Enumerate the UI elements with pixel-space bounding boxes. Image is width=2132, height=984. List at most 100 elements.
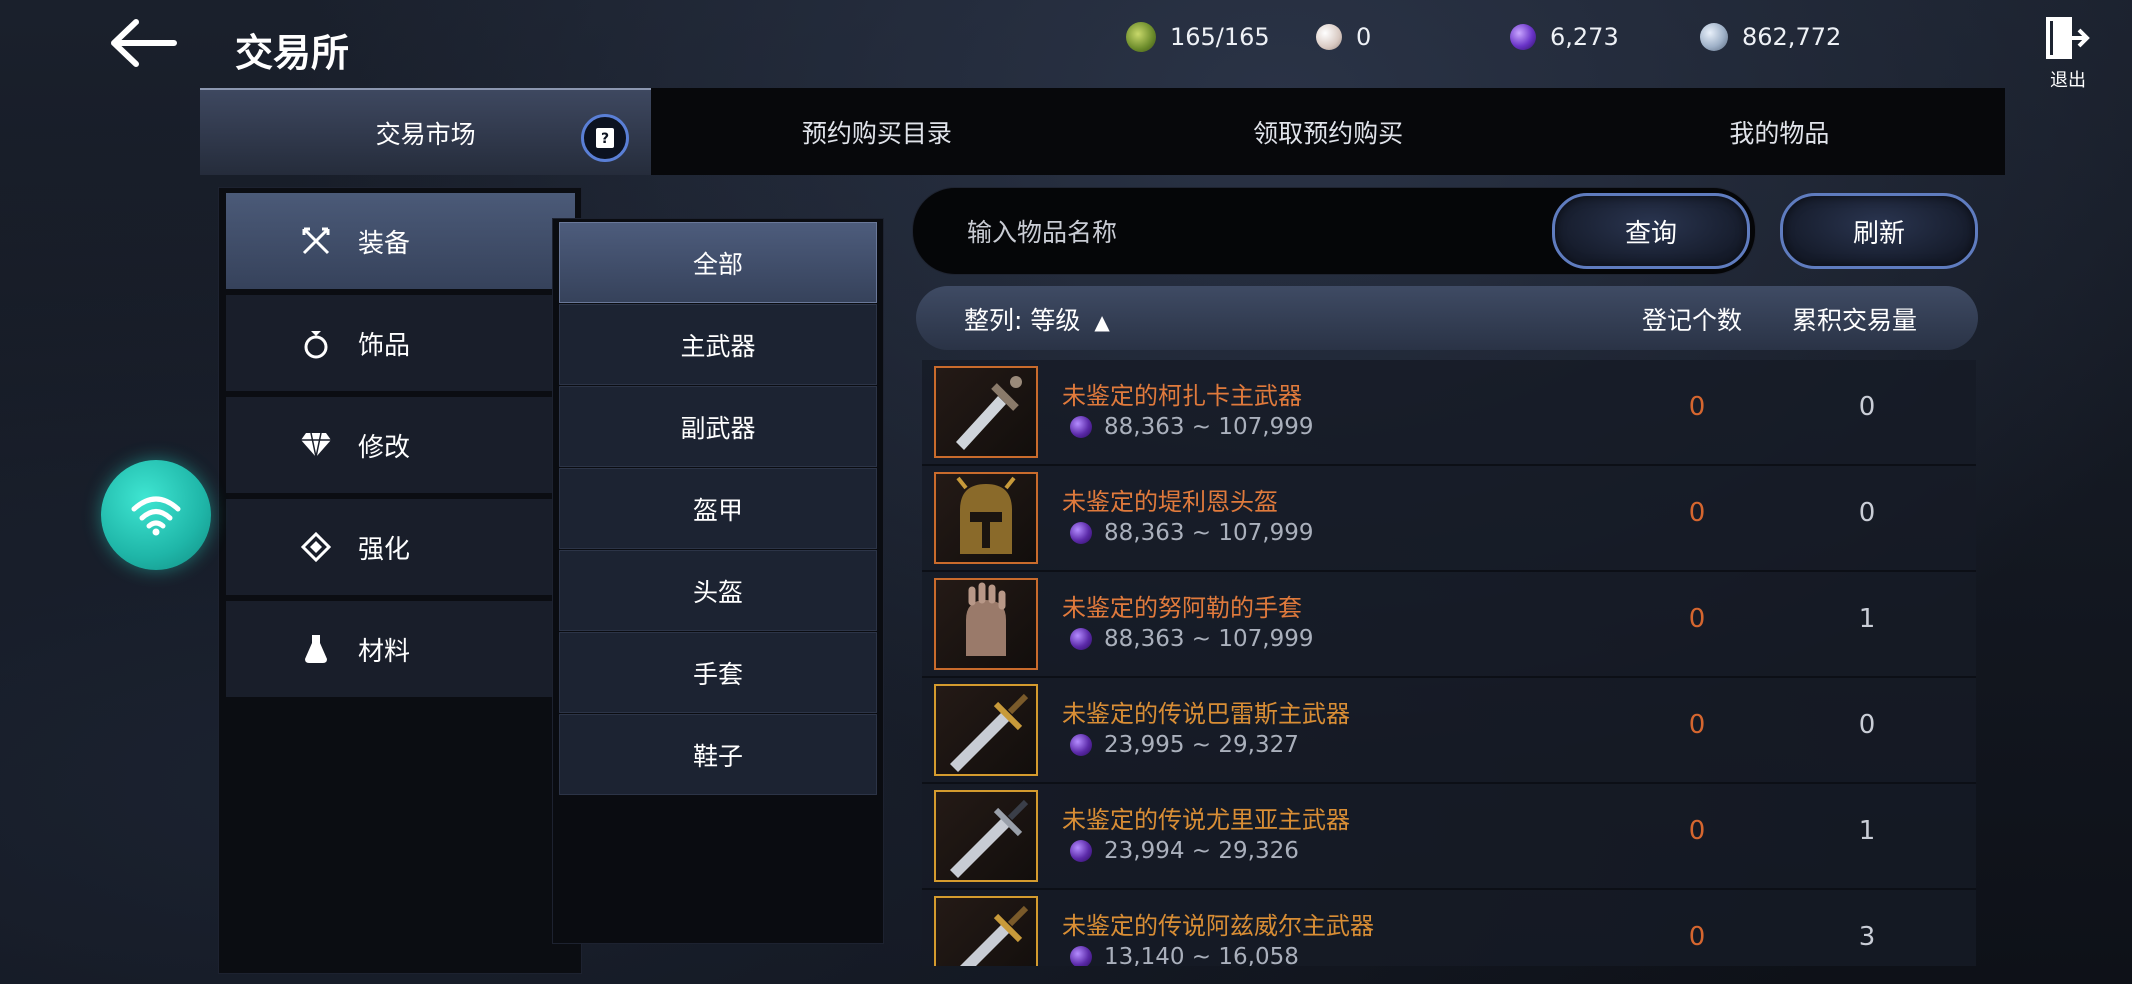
exit-door-icon — [2046, 17, 2090, 59]
item-listing-count: 0 — [1688, 816, 1706, 846]
list-header: 整列: 等级 ▲ 登记个数 累积交易量 — [916, 286, 1978, 350]
item-trade-volume: 0 — [1858, 498, 1876, 528]
item-row[interactable]: 未鉴定的堤利恩头盔 88,363 ~ 107,999 0 0 — [922, 466, 1976, 572]
dark-crystal-icon — [1070, 946, 1092, 966]
item-name: 未鉴定的传说巴雷斯主武器 — [1062, 700, 1350, 728]
item-name: 未鉴定的努阿勒的手套 — [1062, 594, 1302, 622]
item-listing-count: 0 — [1688, 710, 1706, 740]
item-listing-count: 0 — [1688, 922, 1706, 952]
item-row[interactable]: 未鉴定的传说阿兹威尔主武器 13,140 ~ 16,058 0 3 — [922, 890, 1976, 966]
page-title: 交易所 — [235, 31, 350, 75]
item-trade-volume: 1 — [1858, 816, 1876, 846]
main-tabs: 交易市场 ? 预约购买目录 领取预约购买 我的物品 — [200, 88, 2005, 175]
svg-text:?: ? — [601, 131, 609, 147]
subcategory-shoes[interactable]: 鞋子 — [559, 714, 877, 795]
tab-my-items-label: 我的物品 — [1729, 118, 1830, 148]
currency-pearl-value: 0 — [1356, 23, 1372, 51]
item-price-range: 23,995 ~ 29,327 — [1104, 732, 1299, 758]
potion-flask-icon — [298, 631, 334, 667]
item-row[interactable]: 未鉴定的柯扎卡主武器 88,363 ~ 107,999 0 0 — [922, 360, 1976, 466]
refresh-button[interactable]: 刷新 — [1780, 193, 1978, 269]
dark-crystal-icon — [1070, 840, 1092, 862]
category-enhance-label: 强化 — [358, 534, 411, 565]
subcategory-panel: 全部 主武器 副武器 盔甲 头盔 手套 鞋子 — [552, 218, 884, 944]
pearl-icon — [1316, 24, 1342, 50]
enhance-icon — [298, 529, 334, 565]
sort-toggle[interactable]: 整列: 等级 ▲ — [964, 301, 1110, 337]
item-price: 88,363 ~ 107,999 — [1070, 626, 1313, 652]
tab-reservation-catalog-label: 预约购买目录 — [801, 118, 952, 148]
category-equipment[interactable]: 装备 — [226, 193, 575, 289]
category-enhance[interactable]: 强化 — [226, 499, 575, 595]
item-trade-volume: 0 — [1858, 710, 1876, 740]
item-listing-count: 0 — [1688, 392, 1706, 422]
gauntlet-icon — [934, 578, 1038, 670]
tab-market-label: 交易市场 — [375, 119, 476, 149]
dark-crystal-icon — [1070, 522, 1092, 544]
subcategory-gloves[interactable]: 手套 — [559, 632, 877, 713]
item-price-range: 13,140 ~ 16,058 — [1104, 944, 1299, 966]
tab-claim-reservation[interactable]: 领取预约购买 — [1103, 88, 1554, 175]
item-row[interactable]: 未鉴定的传说尤里亚主武器 23,994 ~ 29,326 0 1 — [922, 784, 1976, 890]
dark-crystal-icon — [1070, 734, 1092, 756]
item-trade-volume: 3 — [1858, 922, 1876, 952]
query-button[interactable]: 查询 — [1552, 193, 1750, 269]
wifi-float-button[interactable] — [101, 460, 211, 570]
currency-silver: 862,772 — [1700, 20, 1841, 54]
help-book-icon: ? — [596, 128, 615, 148]
category-panel: 装备 饰品 修改 强化 材料 — [218, 187, 582, 974]
currency-dark-crystal-value: 6,273 — [1550, 23, 1619, 51]
item-row[interactable]: 未鉴定的努阿勒的手套 88,363 ~ 107,999 0 1 — [922, 572, 1976, 678]
arrow-left-icon — [111, 19, 177, 67]
column-header-volume: 累积交易量 — [1792, 306, 1918, 335]
dark-crystal-icon — [1070, 628, 1092, 650]
sort-label: 整列: 等级 — [964, 306, 1081, 335]
diamond-icon — [298, 427, 334, 463]
subcategory-all[interactable]: 全部 — [559, 222, 877, 303]
item-price: 88,363 ~ 107,999 — [1070, 414, 1313, 440]
subcategory-armor[interactable]: 盔甲 — [559, 468, 877, 549]
category-accessories-label: 饰品 — [358, 330, 411, 361]
subcategory-helmet[interactable]: 头盔 — [559, 550, 877, 631]
exit-label: 退出 — [2050, 70, 2086, 91]
currency-silver-value: 862,772 — [1742, 23, 1842, 51]
item-listing-count: 0 — [1688, 498, 1706, 528]
item-trade-volume: 0 — [1858, 392, 1876, 422]
column-header-count: 登记个数 — [1642, 306, 1743, 335]
dark-crystal-icon — [1510, 24, 1536, 50]
sword-icon — [934, 684, 1038, 776]
dagger-icon — [934, 366, 1038, 458]
help-button[interactable]: ? — [581, 114, 630, 162]
subcategory-sub-weapon[interactable]: 副武器 — [559, 386, 877, 467]
category-materials[interactable]: 材料 — [226, 601, 575, 697]
tab-claim-reservation-label: 领取预约购买 — [1253, 118, 1404, 148]
item-row[interactable]: 未鉴定的传说巴雷斯主武器 23,995 ~ 29,327 0 0 — [922, 678, 1976, 784]
item-name: 未鉴定的传说阿兹威尔主武器 — [1062, 912, 1374, 940]
item-listing-count: 0 — [1688, 604, 1706, 634]
item-name: 未鉴定的传说尤里亚主武器 — [1062, 806, 1350, 834]
item-name: 未鉴定的堤利恩头盔 — [1062, 488, 1278, 516]
category-equipment-label: 装备 — [358, 228, 411, 259]
item-price-range: 23,994 ~ 29,326 — [1104, 838, 1299, 864]
tab-reservation-catalog[interactable]: 预约购买目录 — [651, 88, 1102, 175]
currency-pearl: 0 — [1316, 20, 1371, 54]
currency-dark-crystal: 6,273 — [1510, 20, 1619, 54]
tab-market[interactable]: 交易市场 ? — [200, 88, 652, 175]
category-materials-label: 材料 — [358, 636, 411, 667]
category-accessories[interactable]: 饰品 — [226, 295, 575, 391]
sword-icon — [934, 896, 1038, 966]
item-name: 未鉴定的柯扎卡主武器 — [1062, 382, 1302, 410]
stamina-icon — [1126, 22, 1156, 52]
item-price-range: 88,363 ~ 107,999 — [1104, 626, 1314, 652]
wifi-icon — [131, 496, 181, 536]
item-price-range: 88,363 ~ 107,999 — [1104, 414, 1314, 440]
exit-button[interactable]: 退出 — [2040, 16, 2096, 91]
subcategory-main-weapon[interactable]: 主武器 — [559, 304, 877, 385]
category-modify[interactable]: 修改 — [226, 397, 575, 493]
item-price: 23,994 ~ 29,326 — [1070, 838, 1299, 864]
tab-my-items[interactable]: 我的物品 — [1554, 88, 2005, 175]
item-search-input[interactable] — [965, 208, 1449, 256]
crossed-swords-icon — [298, 223, 334, 259]
back-button[interactable] — [110, 18, 180, 68]
sort-ascending-icon: ▲ — [1094, 310, 1110, 334]
